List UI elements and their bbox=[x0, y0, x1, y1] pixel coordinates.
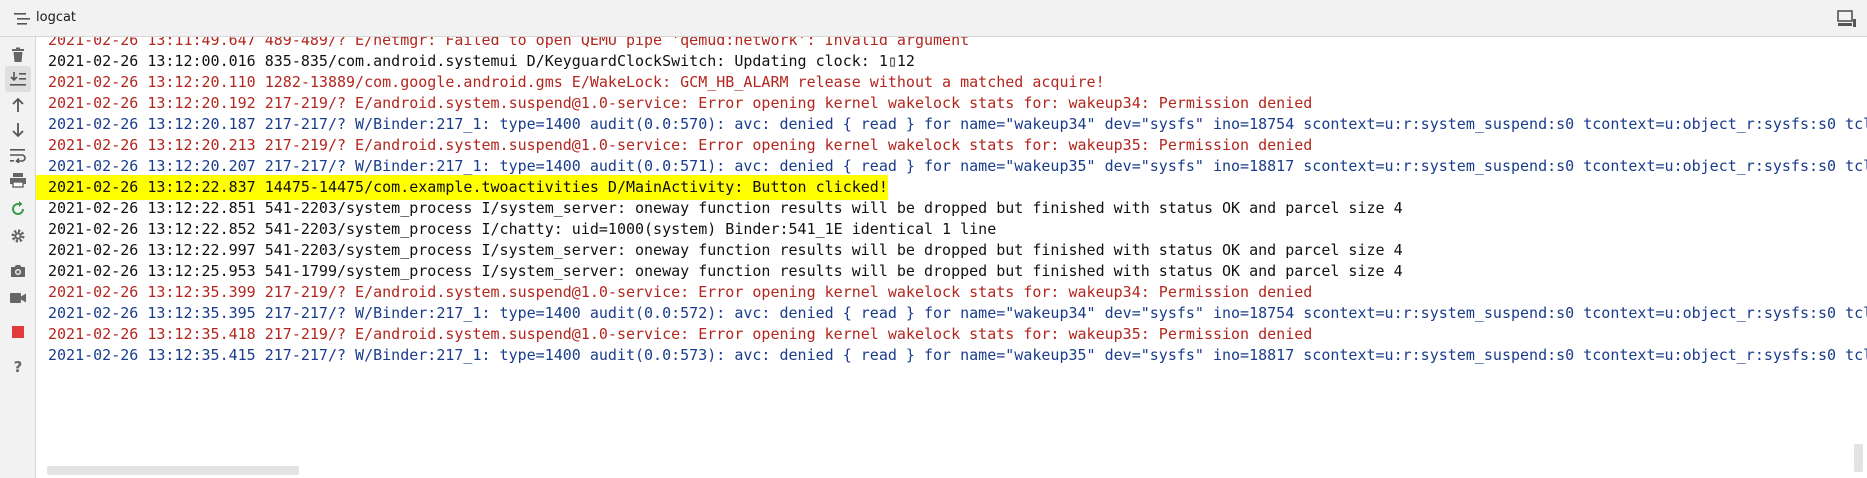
soft-wrap-button[interactable] bbox=[5, 142, 31, 168]
trash-icon bbox=[12, 47, 24, 62]
logcat-window: logcat ? 2021-02-26 13:11:49.647 489-489… bbox=[0, 0, 1867, 478]
svg-text:?: ? bbox=[14, 358, 23, 374]
vertical-scrollbar[interactable] bbox=[1854, 444, 1863, 472]
screen-capture-button[interactable] bbox=[5, 258, 31, 284]
clear-logcat-button[interactable] bbox=[5, 42, 31, 68]
settings-icon bbox=[11, 229, 25, 243]
soft-wrap-icon bbox=[10, 149, 26, 163]
log-line[interactable]: 2021-02-26 13:12:35.415 217-217/? W/Bind… bbox=[36, 343, 1867, 368]
print-icon bbox=[10, 173, 26, 188]
scroll-to-end-button[interactable] bbox=[5, 66, 31, 92]
scroll-to-end-icon bbox=[10, 72, 26, 86]
scroll-down-button[interactable] bbox=[5, 117, 31, 143]
logcat-output[interactable]: 2021-02-26 13:11:49.647 489-489/? E/netm… bbox=[36, 37, 1867, 478]
layout-options-icon[interactable] bbox=[1837, 10, 1857, 28]
down-arrow-icon bbox=[12, 123, 24, 138]
help-button[interactable]: ? bbox=[5, 353, 31, 379]
stop-icon bbox=[12, 326, 24, 338]
help-icon: ? bbox=[14, 358, 23, 374]
logcat-toolbar: ? bbox=[0, 37, 36, 478]
camera-icon bbox=[11, 265, 25, 277]
restart-button[interactable] bbox=[5, 196, 31, 222]
print-button[interactable] bbox=[5, 167, 31, 193]
video-icon bbox=[10, 293, 26, 303]
title-bar: logcat bbox=[0, 0, 1867, 37]
settings-button[interactable] bbox=[5, 223, 31, 249]
terminate-button[interactable] bbox=[5, 319, 31, 345]
screen-record-button[interactable] bbox=[5, 285, 31, 311]
scroll-up-button[interactable] bbox=[5, 92, 31, 118]
restart-icon bbox=[12, 201, 24, 215]
menu-icon[interactable] bbox=[14, 13, 30, 25]
up-arrow-icon bbox=[12, 97, 24, 112]
horizontal-scrollbar[interactable] bbox=[47, 466, 299, 475]
window-title: logcat bbox=[36, 10, 77, 25]
